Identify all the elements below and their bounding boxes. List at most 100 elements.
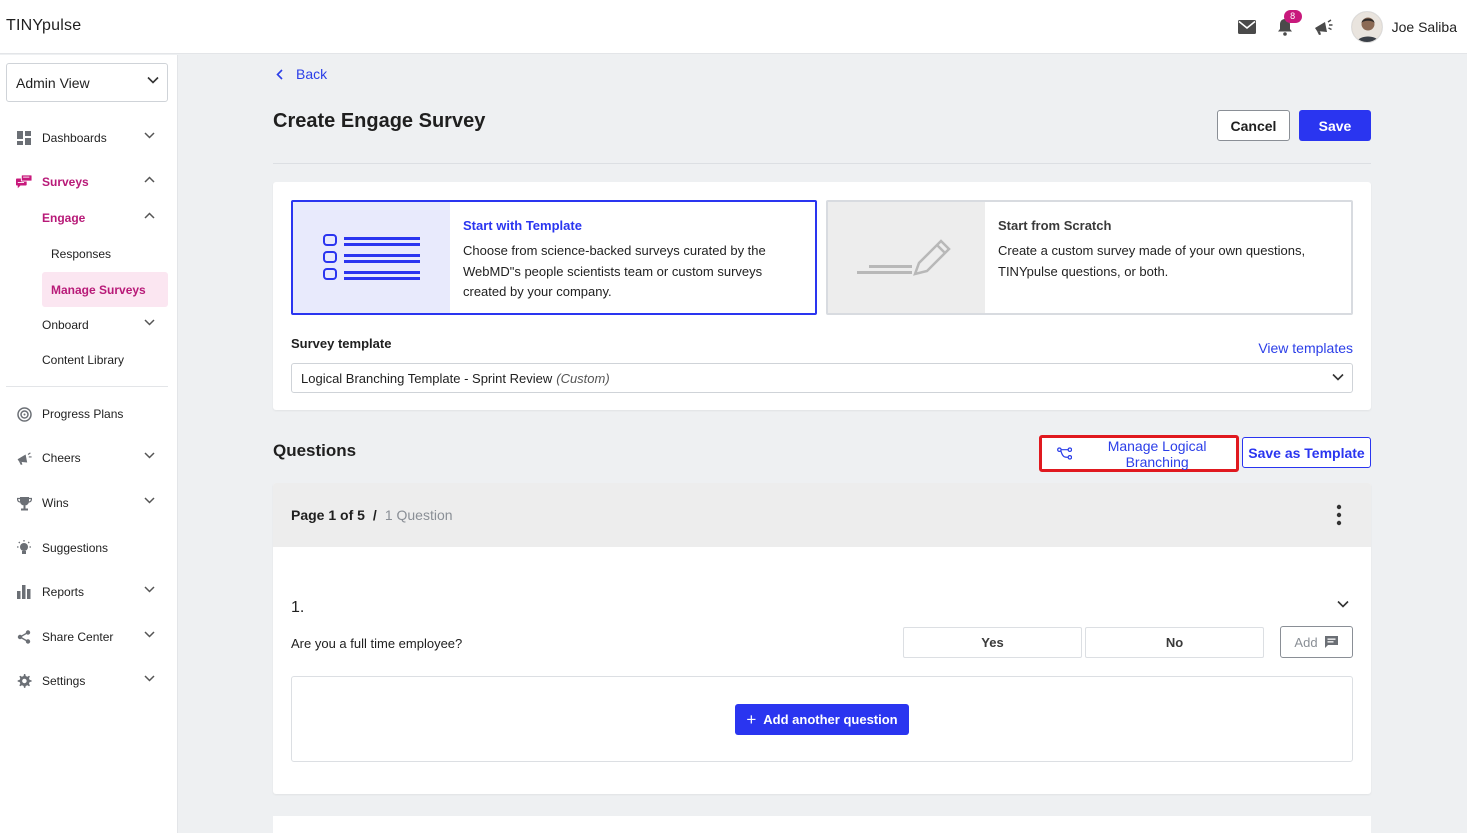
- chevron-down-icon: [144, 631, 155, 638]
- branching-icon: [1057, 447, 1073, 460]
- question-text: Are you a full time employee?: [291, 636, 463, 651]
- trophy-icon: [16, 495, 32, 511]
- sidebar-item-label: Settings: [42, 674, 86, 688]
- add-question-area: + Add another question: [291, 676, 1353, 762]
- sidebar-item-suggestions[interactable]: Suggestions: [0, 533, 178, 563]
- chevron-down-icon: [144, 497, 155, 504]
- user-avatar[interactable]: [1350, 11, 1383, 43]
- chevron-down-icon: [144, 452, 155, 459]
- question-number: 1.: [291, 599, 305, 616]
- top-icons: 8 Joe Saliba: [1237, 10, 1457, 44]
- survey-template-select[interactable]: Logical Branching Template - Sprint Revi…: [291, 363, 1353, 393]
- selected-template: Logical Branching Template - Sprint Revi…: [301, 370, 553, 386]
- sidebar-item-responses[interactable]: Responses: [51, 247, 111, 261]
- page-header: Page 1 of 5 / 1 Question: [273, 483, 1371, 547]
- sidebar-item-reports[interactable]: Reports: [0, 577, 178, 607]
- option-description: Create a custom survey made of your own …: [998, 243, 1306, 279]
- page-label: Page 1 of 5: [291, 507, 365, 523]
- dashboard-icon: [16, 130, 32, 146]
- sidebar-item-label: Suggestions: [42, 541, 109, 555]
- question-count: 1 Question: [384, 507, 453, 523]
- target-icon: [16, 406, 32, 422]
- template-tag: (Custom): [556, 370, 610, 386]
- chevron-down-icon[interactable]: [1337, 600, 1349, 608]
- user-name[interactable]: Joe Saliba: [1392, 19, 1457, 35]
- chevron-up-icon: [144, 212, 155, 219]
- sidebar-item-cheers[interactable]: Cheers: [0, 443, 178, 473]
- page-indicator: Page 1 of 5 / 1 Question: [291, 507, 453, 523]
- plus-icon: +: [746, 709, 757, 729]
- sidebar-item-wins[interactable]: Wins: [0, 488, 178, 518]
- chevron-down-icon: [1332, 373, 1344, 381]
- cancel-button[interactable]: Cancel: [1217, 110, 1290, 141]
- sidebar: Admin View Dashboards Surveys Engage Res…: [0, 55, 178, 833]
- megaphone-icon: [16, 450, 32, 466]
- chevron-down-icon: [144, 586, 155, 593]
- notification-badge: 8: [1283, 10, 1302, 23]
- sidebar-divider: [6, 386, 168, 387]
- view-selector-label: Admin View: [16, 74, 90, 91]
- sidebar-item-content-library[interactable]: Content Library: [0, 345, 178, 375]
- save-button[interactable]: Save: [1299, 110, 1371, 141]
- sidebar-item-share-center[interactable]: Share Center: [0, 622, 178, 652]
- back-link[interactable]: Back: [276, 66, 327, 82]
- sidebar-item-settings[interactable]: Settings: [0, 666, 178, 696]
- manage-logical-branching-button[interactable]: Manage Logical Branching: [1039, 435, 1239, 472]
- sidebar-item-label: Engage: [42, 211, 86, 225]
- divider: [273, 163, 1371, 164]
- more-options-icon[interactable]: [1335, 504, 1343, 526]
- answer-no[interactable]: No: [1085, 627, 1264, 658]
- start-from-scratch-option[interactable]: Start from Scratch Create a custom surve…: [826, 200, 1353, 315]
- option-title: Start from Scratch: [998, 218, 1112, 233]
- bell-icon[interactable]: 8: [1275, 10, 1302, 37]
- lightbulb-icon: [16, 540, 32, 556]
- option-description: Choose from science-backed surveys curat…: [463, 243, 766, 299]
- view-selector[interactable]: Admin View: [6, 63, 168, 102]
- share-icon: [16, 629, 32, 645]
- add-comment-button[interactable]: Add: [1280, 626, 1353, 658]
- chevron-down-icon: [144, 675, 155, 682]
- sidebar-item-label: Onboard: [42, 318, 89, 332]
- chevron-down-icon: [147, 76, 159, 84]
- sidebar-item-label: Reports: [42, 585, 85, 599]
- question-page-card: Page 1 of 5 / 1 Question 1. Are you a full…: [273, 483, 1371, 794]
- next-page-card: [273, 816, 1371, 833]
- sidebar-item-engage[interactable]: Engage: [0, 203, 178, 233]
- survey-template-label: Survey template: [291, 336, 392, 351]
- start-with-template-option[interactable]: Start with Template Choose from science-…: [291, 200, 817, 315]
- brand-logo[interactable]: TINYpulse: [6, 17, 81, 35]
- questions-heading: Questions: [273, 441, 357, 460]
- page-title: Create Engage Survey: [273, 110, 486, 132]
- view-templates-link[interactable]: View templates: [1258, 340, 1353, 356]
- mail-icon[interactable]: [1237, 17, 1257, 37]
- sidebar-item-label: Content Library: [42, 353, 125, 367]
- sidebar-item-surveys[interactable]: Surveys: [0, 167, 178, 197]
- sidebar-item-dashboards[interactable]: Dashboards: [0, 123, 178, 153]
- sidebar-item-label: Surveys: [42, 175, 89, 189]
- page-separator: /: [372, 507, 377, 523]
- surveys-icon: [16, 174, 32, 190]
- chevron-up-icon: [144, 176, 155, 183]
- sidebar-item-manage-surveys[interactable]: Manage Surveys: [42, 272, 168, 307]
- add-another-label: Add another question: [763, 712, 898, 727]
- add-label: Add: [1294, 634, 1318, 650]
- option-title: Start with Template: [463, 218, 582, 233]
- sidebar-item-progress-plans[interactable]: Progress Plans: [0, 399, 178, 429]
- save-as-template-button[interactable]: Save as Template: [1242, 437, 1371, 468]
- top-bar: TINYpulse 8 Joe Saliba: [0, 0, 1467, 54]
- sidebar-item-label: Progress Plans: [42, 407, 124, 421]
- sidebar-item-label: Dashboards: [42, 131, 107, 145]
- bar-chart-icon: [16, 584, 32, 600]
- survey-source-card: Start with Template Choose from science-…: [273, 182, 1371, 410]
- add-another-question-button[interactable]: + Add another question: [735, 704, 909, 735]
- chevron-down-icon: [144, 319, 155, 326]
- sidebar-item-onboard[interactable]: Onboard: [0, 310, 178, 340]
- cheers-megaphone-icon[interactable]: [1313, 17, 1333, 37]
- chevron-left-icon: [276, 68, 283, 80]
- gear-icon: [16, 673, 32, 689]
- answer-yes[interactable]: Yes: [903, 627, 1082, 658]
- back-label: Back: [296, 66, 328, 82]
- chevron-down-icon: [144, 132, 155, 139]
- sidebar-item-label: Share Center: [42, 630, 114, 644]
- sidebar-item-label: Wins: [42, 496, 69, 510]
